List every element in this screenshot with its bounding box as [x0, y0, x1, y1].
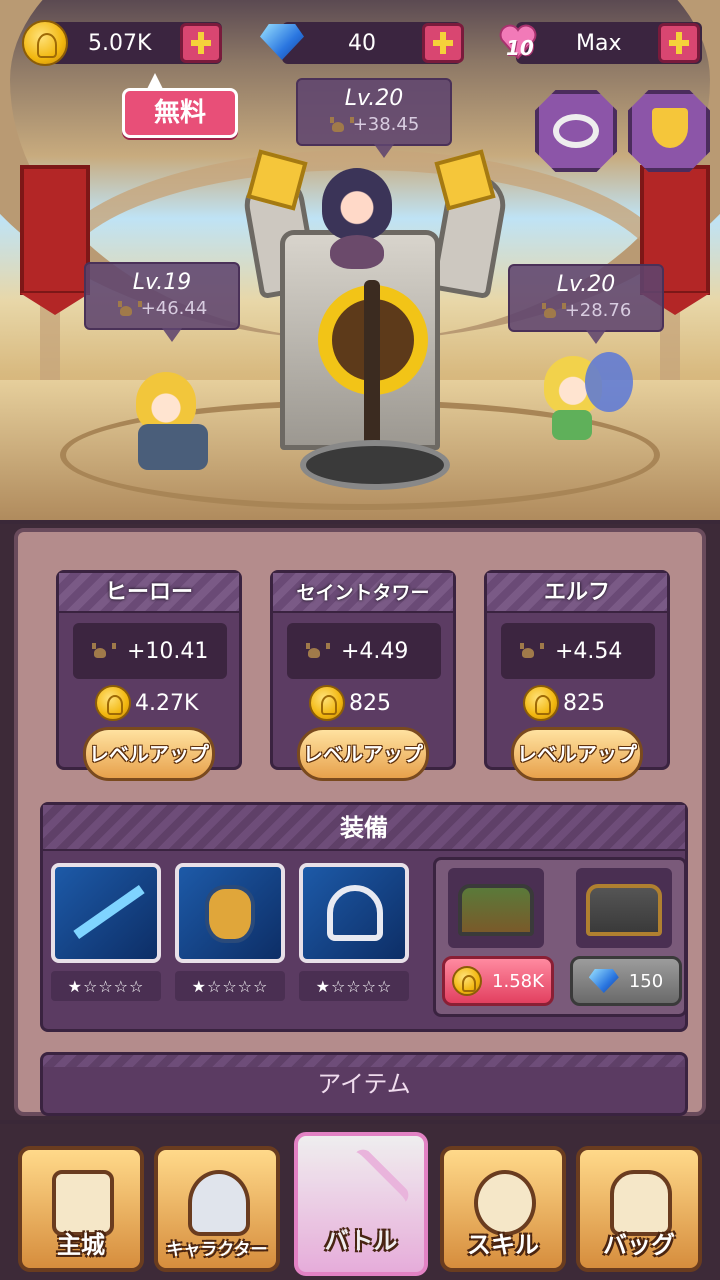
armor-icon: [205, 885, 255, 943]
trophy-icon: [652, 108, 688, 148]
hearts-amount: Max: [576, 30, 622, 56]
gold-amount: 5.07K: [88, 30, 152, 56]
buy-chest-gold-button[interactable]: 1.58K: [442, 956, 554, 1006]
buy-chest-gems-button[interactable]: 150: [570, 956, 682, 1006]
ring-icon: [553, 114, 599, 148]
tower-pole: [364, 280, 380, 460]
bottom-nav: 主城 キャラクター バトル スキル バッグ: [0, 1124, 720, 1280]
knight-helmet-icon: [188, 1170, 250, 1236]
nav-battle[interactable]: バトル: [294, 1132, 428, 1276]
tower-power: +38.45: [352, 114, 420, 135]
hearts-level: 10: [506, 36, 534, 60]
tower-level-bubble: Lv.20 +38.45: [296, 78, 452, 158]
tower-girl-body: [330, 235, 384, 269]
ring-button[interactable]: [535, 90, 617, 172]
card-bonus: +10.41: [127, 638, 209, 664]
paw-icon: [329, 116, 354, 133]
items-section-tab[interactable]: アイテム: [40, 1052, 688, 1116]
iron-chest-slot[interactable]: [576, 868, 672, 948]
panel-frame: ヒーロー +10.41 4.27K レベルアップ セイントタワー +4.49 8…: [14, 528, 706, 1116]
nav-label: 主城: [57, 1231, 105, 1259]
trophy-button[interactable]: [628, 90, 710, 172]
equip-stars-crossbow: ★☆☆☆☆: [299, 971, 409, 1001]
hero-body: [138, 424, 208, 470]
gold-coin-icon: [452, 966, 483, 996]
card-cost: 825: [523, 685, 605, 721]
nav-castle[interactable]: 主城: [18, 1146, 144, 1272]
paw-icon: [305, 643, 330, 659]
iron-chest-icon: [586, 884, 662, 936]
card-cost: 825: [309, 685, 391, 721]
paw-icon: [519, 643, 544, 659]
nav-label: バトル: [324, 1227, 398, 1255]
elf-upgrade-card: エルフ +4.54 825 レベルアップ: [484, 570, 670, 781]
gold-coin-icon: [95, 685, 131, 721]
hero-upgrade-card: ヒーロー +10.41 4.27K レベルアップ: [56, 570, 242, 781]
elf-wing: [585, 352, 633, 412]
card-cost-value: 825: [563, 690, 605, 716]
nav-character[interactable]: キャラクター: [154, 1146, 280, 1272]
gold-coin-icon: [309, 685, 345, 721]
equipment-title: 装備: [43, 805, 685, 851]
crossbow-icon: [327, 885, 383, 941]
card-bonus-box: +4.49: [287, 623, 441, 679]
tower-level: Lv.20: [344, 86, 404, 111]
equip-stars-armor: ★☆☆☆☆: [175, 971, 285, 1001]
elf-body: [552, 410, 592, 440]
elf-level-up-button[interactable]: レベルアップ: [511, 727, 643, 781]
equip-slot-spear[interactable]: [51, 863, 161, 963]
gold-coin-icon: [22, 20, 68, 66]
card-bonus: +4.49: [341, 638, 409, 664]
wooden-chest-icon: [458, 884, 534, 936]
hero-character[interactable]: [136, 372, 196, 432]
card-cost: 4.27K: [95, 685, 198, 721]
hero-level-up-button[interactable]: レベルアップ: [83, 727, 215, 781]
card-title: エルフ: [487, 573, 667, 613]
spear-icon: [73, 884, 145, 940]
chest-shop: 1.58K 150: [433, 857, 687, 1017]
gold-coin-icon: [523, 685, 559, 721]
equip-slot-armor[interactable]: [175, 863, 285, 963]
nav-label: バッグ: [603, 1231, 675, 1259]
add-gems-button[interactable]: [422, 23, 464, 63]
card-title: ヒーロー: [59, 573, 239, 613]
card-bonus-box: +10.41: [73, 623, 227, 679]
chest-gem-price: 150: [628, 970, 664, 992]
tower-girl-character[interactable]: [322, 168, 392, 240]
card-bonus: +4.54: [555, 638, 623, 664]
free-offer-badge[interactable]: 無料: [122, 73, 238, 138]
tower-well: [300, 440, 450, 490]
nav-bag[interactable]: バッグ: [576, 1146, 702, 1272]
card-bonus-box: +4.54: [501, 623, 655, 679]
add-gold-button[interactable]: [180, 23, 222, 63]
hero-power: +46.44: [140, 298, 208, 319]
elf-level-bubble: Lv.20 +28.76: [508, 264, 664, 344]
gem-amount: 40: [348, 30, 376, 56]
equip-slot-crossbow[interactable]: [299, 863, 409, 963]
hero-level-bubble: Lv.19 +46.44: [84, 262, 240, 342]
card-cost-value: 4.27K: [135, 690, 199, 716]
battle-scene: Lv.20 +38.45 Lv.19 +46.44 Lv.20 +28.76 無…: [0, 0, 720, 520]
nav-label: キャラクター: [166, 1240, 268, 1260]
add-hearts-button[interactable]: [658, 23, 700, 63]
card-title: セイントタワー: [273, 573, 453, 613]
equip-stars-spear: ★☆☆☆☆: [51, 971, 161, 1001]
hero-level: Lv.19: [132, 270, 192, 295]
equipment-section: 装備 ★☆☆☆☆ ★☆☆☆☆ ★☆☆☆☆ 1.58K 150: [40, 802, 688, 1032]
chest-gold-price: 1.58K: [492, 970, 544, 992]
tower-level-up-button[interactable]: レベルアップ: [297, 727, 429, 781]
nav-skill[interactable]: スキル: [440, 1146, 566, 1272]
elf-power: +28.76: [564, 300, 632, 321]
upgrade-panel: ヒーロー +10.41 4.27K レベルアップ セイントタワー +4.49 8…: [0, 524, 720, 1120]
left-banner: [20, 165, 90, 315]
elf-level: Lv.20: [556, 272, 616, 297]
tower-upgrade-card: セイントタワー +4.49 825 レベルアップ: [270, 570, 456, 781]
gem-icon: [588, 969, 619, 993]
wooden-chest-slot[interactable]: [448, 868, 544, 948]
nav-label: スキル: [467, 1231, 539, 1259]
paw-icon: [91, 643, 116, 659]
card-cost-value: 825: [349, 690, 391, 716]
paw-icon: [117, 300, 142, 317]
paw-icon: [541, 302, 566, 319]
